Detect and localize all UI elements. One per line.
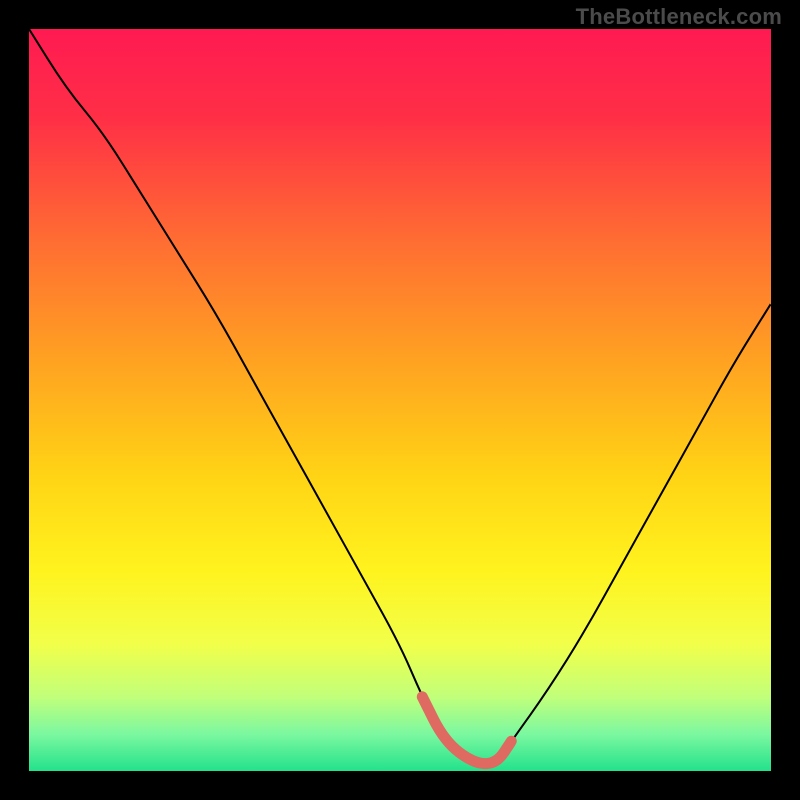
plot-area <box>29 29 771 771</box>
bottleneck-chart <box>29 29 771 771</box>
chart-frame: TheBottleneck.com <box>0 0 800 800</box>
watermark-text: TheBottleneck.com <box>576 4 782 30</box>
gradient-background <box>29 29 771 771</box>
